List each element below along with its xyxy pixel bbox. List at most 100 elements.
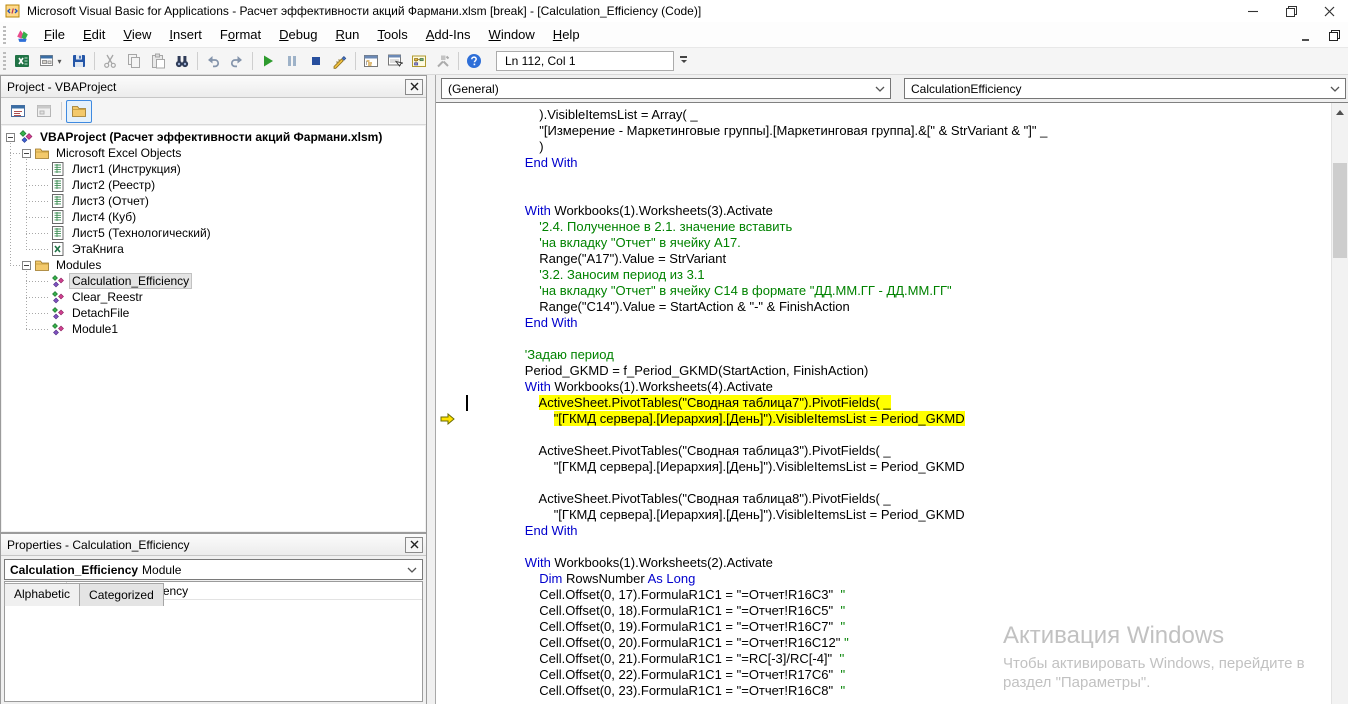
code-line[interactable]: ): [436, 139, 1348, 155]
menu-debug[interactable]: Debug: [270, 24, 326, 45]
code-window: (General) CalculationEfficiency ).Visibl…: [435, 75, 1348, 704]
code-line[interactable]: ActiveSheet.PivotTables("Сводная таблица…: [436, 491, 1348, 507]
code-line[interactable]: End With: [436, 315, 1348, 331]
menu-edit[interactable]: Edit: [74, 24, 114, 45]
project-panel-close-button[interactable]: [405, 79, 423, 95]
code-line[interactable]: 'на вкладку "Отчет" в ячейку A17.: [436, 235, 1348, 251]
tree-item-calculation-efficiency[interactable]: Calculation_Efficiency: [2, 273, 425, 289]
tree-item-module1[interactable]: Module1: [2, 321, 425, 337]
code-line[interactable]: Dim RowsNumber As Long: [436, 571, 1348, 587]
help-button[interactable]: [462, 50, 486, 73]
code-window-icon[interactable]: [14, 27, 31, 43]
code-line[interactable]: '3.2. Заносим период из 3.1: [436, 267, 1348, 283]
code-line[interactable]: End With: [436, 155, 1348, 171]
code-line[interactable]: End With: [436, 523, 1348, 539]
code-line[interactable]: "[Измерение - Маркетинговые группы].[Мар…: [436, 123, 1348, 139]
project-explorer-button[interactable]: [359, 50, 383, 73]
code-line[interactable]: Cell.Offset(0, 19).FormulaR1C1 = "=Отчет…: [436, 619, 1348, 635]
code-line[interactable]: ActiveSheet.PivotTables("Сводная таблица…: [436, 443, 1348, 459]
tree-item-microsoft-excel-objects[interactable]: Microsoft Excel Objects: [2, 145, 425, 161]
tree-item-detachfile[interactable]: DetachFile: [2, 305, 425, 321]
design-mode-button[interactable]: [328, 50, 352, 73]
menu-view[interactable]: View: [114, 24, 160, 45]
code-line[interactable]: ).VisibleItemsList = Array( _: [436, 107, 1348, 123]
code-line[interactable]: Period_GKMD = f_Period_GKMD(StartAction,…: [436, 363, 1348, 379]
properties-window-button[interactable]: [383, 50, 407, 73]
child-minimize-button[interactable]: [1298, 28, 1314, 42]
menu-insert[interactable]: Insert: [160, 24, 211, 45]
code-line[interactable]: ActiveSheet.PivotTables("Сводная таблица…: [436, 395, 1348, 411]
tree-item-лист3-отчет[interactable]: Лист3 (Отчет): [2, 193, 425, 209]
code-line[interactable]: Cell.Offset(0, 22).FormulaR1C1 = "=Отчет…: [436, 667, 1348, 683]
restore-button[interactable]: [1272, 0, 1310, 22]
code-line[interactable]: [436, 427, 1348, 443]
tree-item-modules[interactable]: Modules: [2, 257, 425, 273]
code-line[interactable]: Cell.Offset(0, 20).FormulaR1C1 = "=Отчет…: [436, 635, 1348, 651]
tab-categorized[interactable]: Categorized: [79, 583, 164, 606]
object-dropdown[interactable]: (General): [441, 78, 891, 99]
tree-item-лист4-куб[interactable]: Лист4 (Куб): [2, 209, 425, 225]
scroll-up-button[interactable]: [1332, 103, 1348, 120]
code-line[interactable]: With Workbooks(1).Worksheets(2).Activate: [436, 555, 1348, 571]
toggle-folders-button[interactable]: [66, 100, 92, 123]
tree-item-этакнига[interactable]: ЭтаКнига: [2, 241, 425, 257]
menu-format[interactable]: Format: [211, 24, 270, 45]
code-line[interactable]: Range("A17").Value = StrVariant: [436, 251, 1348, 267]
menu-tools[interactable]: Tools: [368, 24, 416, 45]
toolbar-overflow-button[interactable]: [676, 50, 691, 73]
menu-help[interactable]: Help: [544, 24, 589, 45]
child-restore-button[interactable]: [1326, 28, 1342, 42]
code-line[interactable]: Cell.Offset(0, 23).FormulaR1C1 = "=Отчет…: [436, 683, 1348, 699]
run-button[interactable]: [256, 50, 280, 73]
procedure-dropdown[interactable]: CalculationEfficiency: [904, 78, 1346, 99]
view-code-button[interactable]: [5, 100, 31, 123]
properties-panel-close-button[interactable]: [405, 537, 423, 553]
tree-item-clear-reestr[interactable]: Clear_Reestr: [2, 289, 425, 305]
tree-item-лист1-инструкция[interactable]: Лист1 (Инструкция): [2, 161, 425, 177]
tree-expander-minus[interactable]: [22, 149, 31, 158]
menu-window[interactable]: Window: [480, 24, 544, 45]
reset-button[interactable]: [304, 50, 328, 73]
menu-file[interactable]: File: [35, 24, 74, 45]
code-line[interactable]: [436, 187, 1348, 203]
tree-item-лист5-технологический[interactable]: Лист5 (Технологический): [2, 225, 425, 241]
code-line[interactable]: "[ГКМД сервера].[Иерархия].[День]").Visi…: [436, 411, 1348, 427]
code-line[interactable]: [436, 539, 1348, 555]
tree-item-лист2-реестр[interactable]: Лист2 (Реестр): [2, 177, 425, 193]
code-line[interactable]: '2.4. Полученное в 2.1. значение вставит…: [436, 219, 1348, 235]
code-line[interactable]: With Workbooks(1).Worksheets(4).Activate: [436, 379, 1348, 395]
vertical-scrollbar[interactable]: [1331, 103, 1348, 704]
code-line[interactable]: Cell.Offset(0, 17).FormulaR1C1 = "=Отчет…: [436, 587, 1348, 603]
code-line[interactable]: Cell.Offset(0, 21).FormulaR1C1 = "=RC[-3…: [436, 651, 1348, 667]
view-excel-button[interactable]: [10, 50, 34, 73]
code-line[interactable]: [436, 171, 1348, 187]
tree-connector-line: [26, 169, 49, 170]
code-line[interactable]: 'на вкладку "Отчет" в ячейку C14 в форма…: [436, 283, 1348, 299]
close-button[interactable]: [1310, 0, 1348, 22]
tree-expander-minus[interactable]: [6, 133, 15, 142]
minimize-button[interactable]: [1234, 0, 1272, 22]
scrollbar-thumb[interactable]: [1333, 163, 1347, 258]
code-line[interactable]: With Workbooks(1).Worksheets(3).Activate: [436, 203, 1348, 219]
insert-userform-button[interactable]: ▾: [34, 50, 67, 73]
code-line[interactable]: "[ГКМД сервера].[Иерархия].[День]").Visi…: [436, 507, 1348, 523]
tab-alphabetic[interactable]: Alphabetic: [4, 583, 80, 606]
code-line[interactable]: 'Задаю период: [436, 347, 1348, 363]
save-button[interactable]: [67, 50, 91, 73]
object-browser-button[interactable]: [407, 50, 431, 73]
menu-addins[interactable]: Add-Ins: [417, 24, 480, 45]
code-line[interactable]: Range("C14").Value = StartAction & "-" &…: [436, 299, 1348, 315]
dropdown-arrow-icon: ▾: [57, 57, 61, 66]
code-line[interactable]: [436, 331, 1348, 347]
find-button[interactable]: [170, 50, 194, 73]
menu-run[interactable]: Run: [326, 24, 368, 45]
tree-expander-minus[interactable]: [22, 261, 31, 270]
code-line[interactable]: Cell.Offset(0, 18).FormulaR1C1 = "=Отчет…: [436, 603, 1348, 619]
properties-object-dropdown[interactable]: Calculation_Efficiency Module: [4, 559, 423, 580]
tree-item-label: DetachFile: [70, 306, 131, 320]
code-line[interactable]: [436, 475, 1348, 491]
code-line[interactable]: "[ГКМД сервера].[Иерархия].[День]").Visi…: [436, 459, 1348, 475]
reset-icon: [308, 53, 324, 69]
tree-item-vbaproject-расчет-эффективности-акций-фармани-xlsm[interactable]: VBAProject (Расчет эффективности акций Ф…: [2, 129, 425, 145]
code-editor[interactable]: ).VisibleItemsList = Array( _ "[Измерени…: [436, 103, 1348, 704]
